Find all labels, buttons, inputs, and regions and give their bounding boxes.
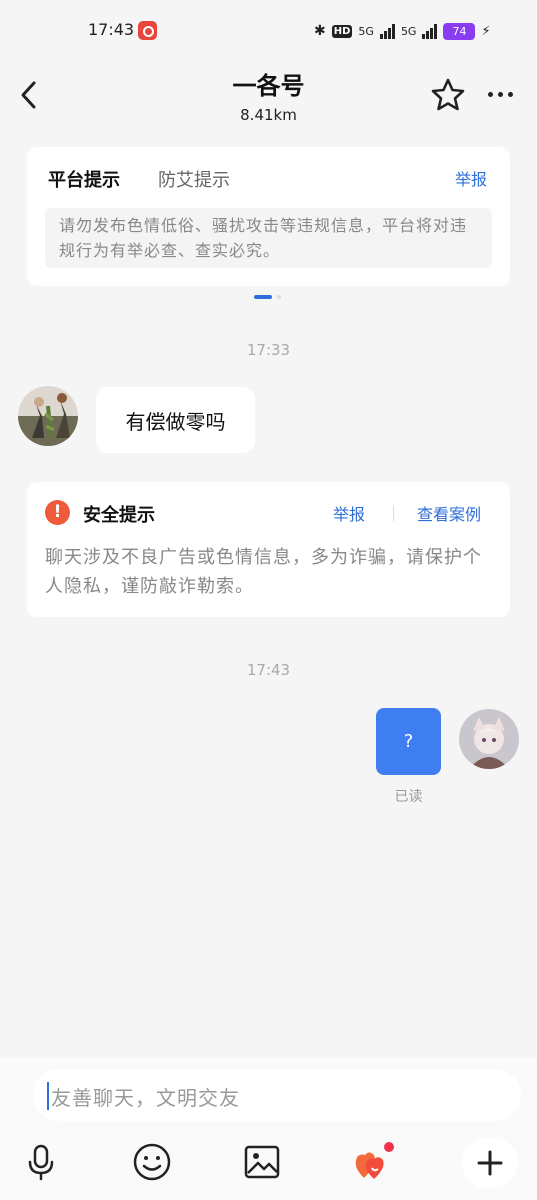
star-icon[interactable] [430, 77, 466, 113]
signal-icon-2 [422, 23, 438, 39]
my-avatar[interactable] [459, 709, 519, 769]
hd-badge: HD [331, 24, 353, 38]
netease-music-icon [138, 21, 157, 40]
message-input-placeholder: 友善聊天，文明交友 [51, 1086, 240, 1110]
divider [393, 505, 394, 521]
safety-notice-body: 聊天涉及不良广告或色情信息，多为诈骗，请保护个人隐私，谨防敲诈勒索。 [45, 547, 482, 597]
read-status: 已读 [394, 789, 423, 805]
microphone-icon[interactable] [21, 1142, 61, 1182]
page-indicator-active [254, 295, 272, 299]
status-time: 17:43 [88, 20, 135, 39]
network-label-1: 5G [358, 24, 374, 38]
tab-platform-notice[interactable]: 平台提示 [48, 166, 120, 192]
safety-report-link[interactable]: 举报 [333, 501, 365, 525]
status-indicators: ✱ HD 5G 5G 74 ⚡ [314, 20, 491, 42]
tab-aids-notice[interactable]: 防艾提示 [158, 166, 230, 192]
bluetooth-icon: ✱ [314, 23, 326, 39]
network-label-2: 5G [400, 24, 417, 38]
warning-icon: ! [45, 500, 70, 525]
safety-notice-title: 安全提示 [83, 505, 155, 526]
gift-hearts-icon[interactable] [352, 1142, 394, 1182]
contact-avatar[interactable] [18, 386, 78, 446]
emoji-icon[interactable] [132, 1142, 172, 1182]
message-timestamp: 17:33 [246, 341, 291, 359]
more-icon[interactable] [488, 86, 520, 102]
notice-message: 请勿发布色情低俗、骚扰攻击等违规信息，平台将对违规行为有举必查、查实必究。 [45, 208, 492, 268]
report-link[interactable]: 举报 [455, 166, 487, 190]
message-timestamp: 17:43 [246, 661, 291, 679]
battery-icon: 74 [443, 22, 476, 40]
signal-icon-1 [379, 23, 395, 39]
plus-icon[interactable] [462, 1138, 518, 1188]
incoming-message-bubble[interactable]: 有偿做零吗 [96, 387, 255, 453]
outgoing-message-bubble[interactable]: ? [376, 708, 441, 775]
view-cases-link[interactable]: 查看案例 [417, 501, 481, 525]
image-icon[interactable] [242, 1142, 282, 1182]
text-caret [47, 1082, 49, 1110]
charging-icon: ⚡ [481, 23, 491, 39]
page-indicator [277, 295, 281, 299]
